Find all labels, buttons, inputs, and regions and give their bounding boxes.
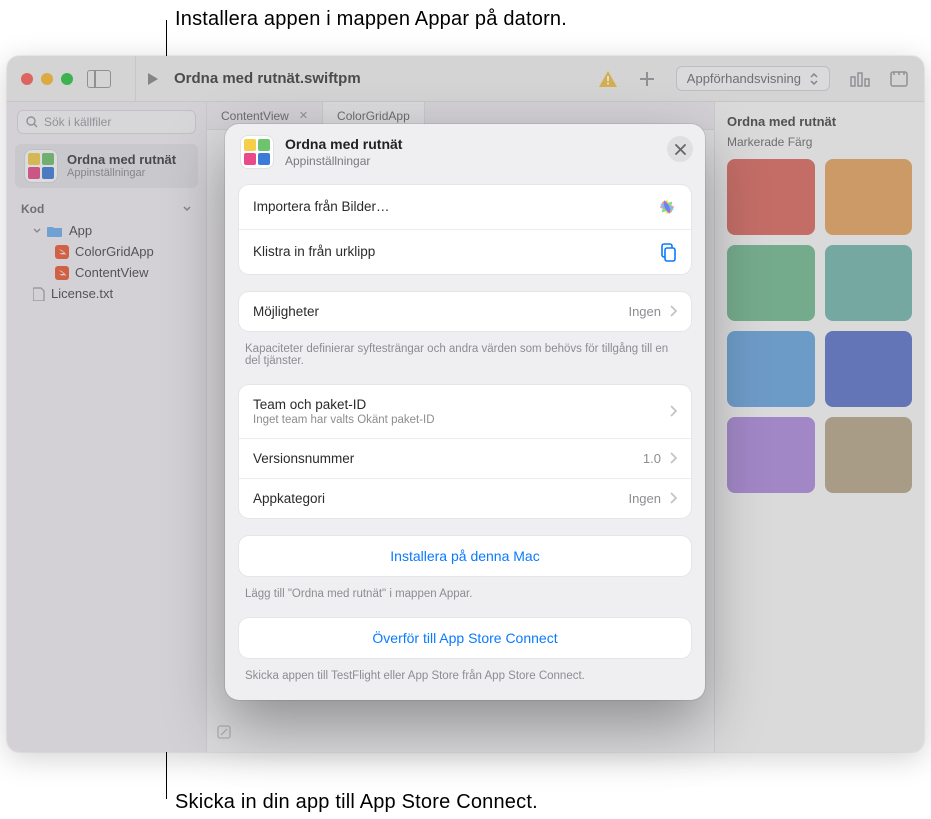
meta-group: Team och paket-ID Inget team har valts O… (239, 385, 691, 518)
sheet-subtitle: Appinställningar (285, 154, 402, 169)
row-label: Möjligheter (253, 304, 319, 319)
row-value: 1.0 (643, 451, 661, 466)
row-value: Ingen (628, 491, 661, 506)
row-sublabel: Inget team har valts Okänt paket-ID (253, 414, 435, 426)
callout-bottom: Skicka in din app till App Store Connect… (175, 791, 538, 814)
team-row[interactable]: Team och paket-ID Inget team har valts O… (239, 385, 691, 438)
callout-top: Installera appen i mappen Appar på dator… (175, 8, 567, 31)
paste-from-clipboard-row[interactable]: Klistra in från urklipp (239, 229, 691, 274)
install-note: Lägg till "Ordna med rutnät" i mappen Ap… (225, 582, 705, 612)
import-group: Importera från Bilder… Klistra in från u… (239, 185, 691, 274)
row-label: Importera från Bilder… (253, 199, 390, 214)
close-icon (675, 144, 686, 155)
app-settings-sheet: Ordna med rutnät Appinställningar Import… (225, 124, 705, 700)
capabilities-row[interactable]: Möjligheter Ingen (239, 292, 691, 331)
capabilities-note: Kapaciteter definierar syftesträngar och… (225, 337, 705, 379)
row-label: Klistra in från urklipp (253, 244, 375, 259)
chevron-right-icon (669, 305, 677, 317)
clipboard-icon (659, 242, 677, 262)
sheet-header: Ordna med rutnät Appinställningar (225, 124, 705, 179)
row-label: Versionsnummer (253, 451, 354, 466)
row-label: Team och paket-ID (253, 397, 435, 412)
version-row[interactable]: Versionsnummer 1.0 (239, 438, 691, 478)
import-from-photos-row[interactable]: Importera från Bilder… (239, 185, 691, 229)
chevron-right-icon (669, 405, 677, 417)
sheet-title: Ordna med rutnät (285, 136, 402, 154)
install-button[interactable]: Installera på denna Mac (239, 536, 691, 576)
close-sheet-button[interactable] (667, 136, 693, 162)
category-row[interactable]: Appkategori Ingen (239, 478, 691, 518)
row-label: Appkategori (253, 491, 325, 506)
capabilities-group: Möjligheter Ingen (239, 292, 691, 331)
upload-button[interactable]: Överför till App Store Connect (239, 618, 691, 658)
chevron-right-icon (669, 492, 677, 504)
photos-icon (657, 197, 677, 217)
upload-note: Skicka appen till TestFlight eller App S… (225, 664, 705, 700)
chevron-right-icon (669, 452, 677, 464)
app-icon (241, 136, 273, 168)
row-value: Ingen (628, 304, 661, 319)
